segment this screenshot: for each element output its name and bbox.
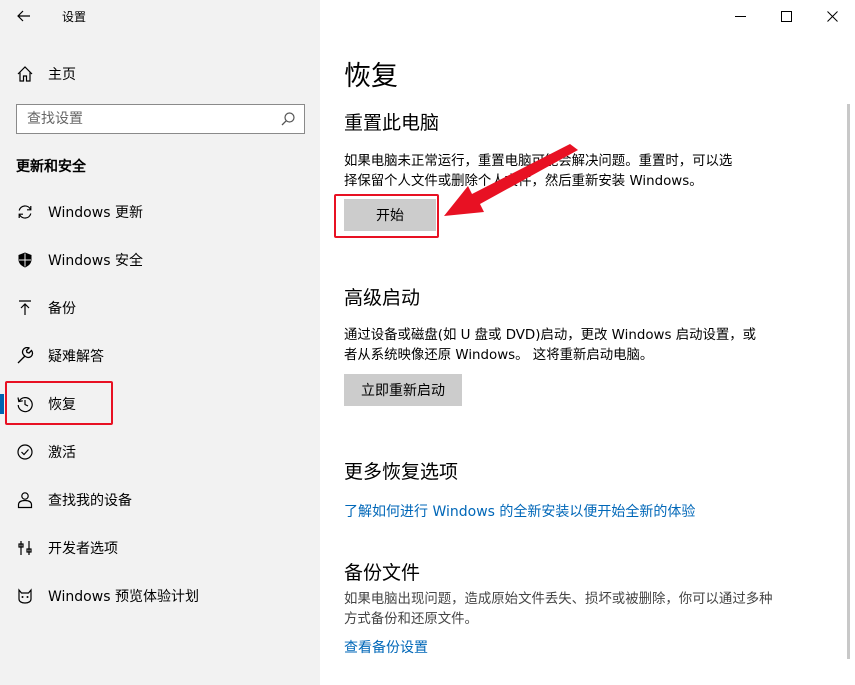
shield-icon [18,252,32,268]
close-icon [826,10,838,22]
sidebar-item-activation[interactable]: 激活 [0,430,320,474]
sidebar-item-label: 恢复 [48,397,76,413]
selected-marker [0,394,4,414]
sidebar-item-home[interactable]: 主页 [0,56,320,90]
sidebar-item-windows-update[interactable]: Windows 更新 [0,190,320,234]
reset-desc-line-2: 择保留个人文件或删除个人文件，然后重新安装 Windows。 [344,174,703,189]
scrollbar[interactable] [847,104,850,659]
advanced-startup-description: 通过设备或磁盘(如 U 盘或 DVD)启动，更改 Windows 启动设置，或 … [344,326,814,366]
history-icon [17,397,33,413]
backup-desc-line-2: 方式备份和还原文件。 [344,612,478,627]
search-icon[interactable] [280,111,296,127]
advanced-startup-title: 高级启动 [344,287,421,309]
minimize-button[interactable] [718,2,762,30]
person-location-icon [17,492,33,509]
wrench-icon [17,347,34,364]
clean-install-link[interactable]: 了解如何进行 Windows 的全新安装以便开始全新的体验 [344,501,695,521]
maximize-icon [780,10,792,22]
reset-pc-title: 重置此电脑 [344,112,440,134]
upload-arrow-icon [19,300,31,315]
back-button[interactable] [10,4,38,28]
sidebar-item-label: Windows 预览体验计划 [48,589,199,605]
sidebar-item-label: 查找我的设备 [48,493,132,509]
sidebar-item-label: 开发者选项 [48,541,118,557]
start-reset-button[interactable]: 开始 [344,199,436,231]
sidebar-item-troubleshoot[interactable]: 疑难解答 [0,334,320,378]
sidebar-item-developer-options[interactable]: 开发者选项 [0,526,320,570]
sidebar-item-label: Windows 安全 [48,253,143,269]
sidebar-item-label: 激活 [48,445,76,461]
app-title: 设置 [62,10,87,24]
tools-icon [18,541,32,555]
backup-files-title: 备份文件 [344,562,421,584]
check-circle-icon [17,444,33,460]
sync-icon [18,205,32,219]
sidebar-item-label: 疑难解答 [48,349,104,365]
sidebar-item-windows-security[interactable]: Windows 安全 [0,238,320,282]
search-box[interactable] [16,104,305,134]
advanced-desc-line-2: 者从系统映像还原 Windows。 这将重新启动电脑。 [344,348,654,363]
sidebar-item-find-my-device[interactable]: 查找我的设备 [0,478,320,522]
page-title: 恢复 [344,61,398,92]
section-heading: 更新和安全 [16,159,86,175]
sidebar-item-recovery[interactable]: 恢复 [0,382,320,426]
reset-desc-line-1: 如果电脑未正常运行，重置电脑可能会解决问题。重置时，可以选 [344,154,733,169]
maximize-button[interactable] [764,2,808,30]
back-arrow-icon [17,10,30,22]
sidebar: 设置 主页 更新和安全 Windows 更新 Windows 安全 备份 [0,0,320,685]
close-button[interactable] [810,2,854,30]
main-content: 恢复 重置此电脑 如果电脑未正常运行，重置电脑可能会解决问题。重置时，可以选 择… [320,0,855,685]
sidebar-item-label: Windows 更新 [48,205,143,221]
sidebar-item-backup[interactable]: 备份 [0,286,320,330]
home-icon [17,66,33,82]
insider-cat-icon [18,588,32,604]
advanced-desc-line-1: 通过设备或磁盘(如 U 盘或 DVD)启动，更改 Windows 启动设置，或 [344,328,757,343]
sidebar-item-windows-insider[interactable]: Windows 预览体验计划 [0,574,320,618]
backup-desc-line-1: 如果电脑出现问题，造成原始文件丢失、损坏或被删除，你可以通过多种 [344,592,773,607]
restart-now-button[interactable]: 立即重新启动 [344,374,462,406]
home-label: 主页 [48,67,76,83]
sidebar-item-label: 备份 [48,301,76,317]
reset-pc-description: 如果电脑未正常运行，重置电脑可能会解决问题。重置时，可以选 择保留个人文件或删除… [344,152,814,192]
more-recovery-options-title: 更多恢复选项 [344,461,459,483]
search-input[interactable] [17,105,272,133]
minimize-icon [734,15,746,17]
view-backup-settings-link[interactable]: 查看备份设置 [344,637,428,657]
backup-files-description: 如果电脑出现问题，造成原始文件丢失、损坏或被删除，你可以通过多种 方式备份和还原… [344,590,834,630]
